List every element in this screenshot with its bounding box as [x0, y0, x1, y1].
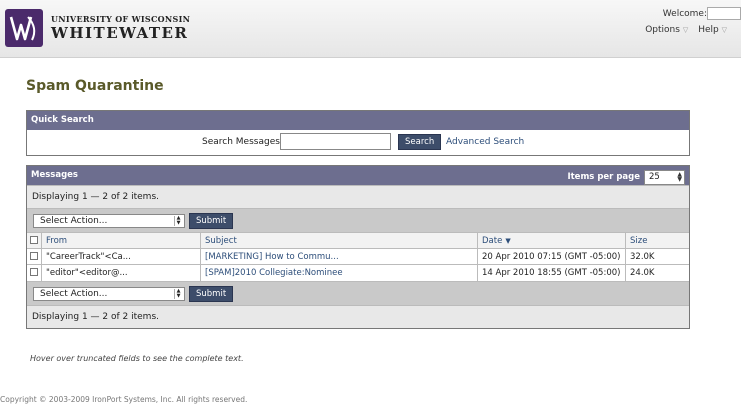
search-button[interactable]: Search [398, 134, 442, 150]
column-header-subject[interactable]: Subject [200, 232, 478, 249]
select-arrows-icon: ▲ ▼ [174, 216, 182, 226]
submit-button[interactable]: Submit [189, 285, 234, 302]
welcome-user-field [707, 7, 741, 20]
help-menu-label: Help [698, 25, 719, 35]
select-all-checkbox[interactable] [30, 236, 38, 244]
top-menu: Options ▽ Help ▽ [645, 25, 727, 35]
university-logo-icon [5, 9, 43, 47]
header: UNIVERSITY OF WISCONSIN WHITEWATER Welco… [0, 0, 741, 58]
select-action-value: Select Action... [40, 216, 108, 226]
options-menu-label: Options [645, 25, 680, 35]
select-action-value: Select Action... [40, 288, 108, 299]
items-per-page-value: 25 [649, 172, 660, 182]
column-header-date[interactable]: Date ▼ [477, 232, 626, 249]
row-size: 32.0K [625, 248, 689, 265]
row-checkbox[interactable] [30, 268, 38, 277]
chevron-down-icon: ▽ [721, 26, 727, 34]
search-input[interactable] [280, 133, 391, 150]
column-header-date-label: Date [482, 235, 503, 246]
row-subject-link[interactable]: [SPAM]2010 Collegiate:Nominee [200, 264, 478, 281]
chevron-down-icon: ▽ [682, 26, 689, 34]
row-checkbox[interactable] [30, 252, 38, 260]
select-action-dropdown[interactable]: Select Action... ▲ ▼ [33, 214, 185, 228]
row-date: 14 Apr 2010 18:55 (GMT -05:00) [477, 264, 626, 281]
page-title: Spam Quarantine [26, 78, 164, 94]
quick-search-title: Quick Search [27, 111, 689, 130]
university-name-line2: WHITEWATER [51, 24, 189, 42]
row-size: 24.0K [625, 264, 689, 281]
messages-panel: Messages Items per page 25 ▲ ▼ Displaying… [26, 165, 690, 329]
messages-table: From Subject Date ▼ Size "CareerTrack"<Ca… [27, 232, 689, 281]
row-date: 20 Apr 2010 07:15 (GMT -05:00) [477, 248, 626, 265]
items-per-page-label: Items per page [567, 172, 640, 182]
welcome-label: Welcome: [662, 9, 707, 19]
sort-desc-icon: ▼ [505, 236, 511, 245]
table-row: "editor"<editor@... [SPAM]2010 Collegiat… [27, 264, 689, 281]
quick-search-panel: Quick Search Search Messages: Search Adv… [26, 110, 690, 156]
items-per-page-select[interactable]: 25 ▲ ▼ [644, 170, 685, 185]
advanced-search-link[interactable]: Advanced Search [446, 137, 524, 147]
actions-bar-bottom: Select Action... ▲ ▼ Submit [27, 280, 689, 305]
university-name-line1: UNIVERSITY OF WISCONSIN [51, 14, 191, 24]
row-subject-link[interactable]: [MARKETING] How to Commu... [200, 248, 478, 265]
actions-bar-top: Select Action... ▲ ▼ Submit [27, 208, 689, 232]
table-header-row: From Subject Date ▼ Size [27, 232, 689, 249]
select-arrows-icon: ▲ ▼ [174, 288, 182, 299]
messages-title: Messages [31, 170, 78, 180]
table-row: "CareerTrack"<Ca... [MARKETING] How to C… [27, 248, 689, 265]
copyright: Copyright © 2003-2009 IronPort Systems, … [0, 395, 248, 404]
search-label: Search Messages: [202, 137, 283, 147]
options-menu[interactable]: Options ▽ [645, 25, 688, 35]
displaying-info-bottom: Displaying 1 — 2 of 2 items. [27, 304, 689, 328]
select-action-dropdown[interactable]: Select Action... ▲ ▼ [33, 286, 185, 301]
truncation-hint: Hover over truncated fields to see the c… [30, 354, 244, 363]
help-menu[interactable]: Help ▽ [698, 25, 727, 35]
column-header-from[interactable]: From [41, 232, 201, 249]
column-header-size[interactable]: Size [625, 232, 689, 249]
displaying-info-top: Displaying 1 — 2 of 2 items. [27, 185, 689, 208]
row-from: "CareerTrack"<Ca... [41, 248, 201, 265]
submit-button[interactable]: Submit [189, 213, 234, 229]
row-from: "editor"<editor@... [41, 264, 201, 281]
select-arrows-icon: ▲ ▼ [677, 171, 682, 183]
messages-header: Messages Items per page 25 ▲ ▼ [27, 166, 689, 185]
